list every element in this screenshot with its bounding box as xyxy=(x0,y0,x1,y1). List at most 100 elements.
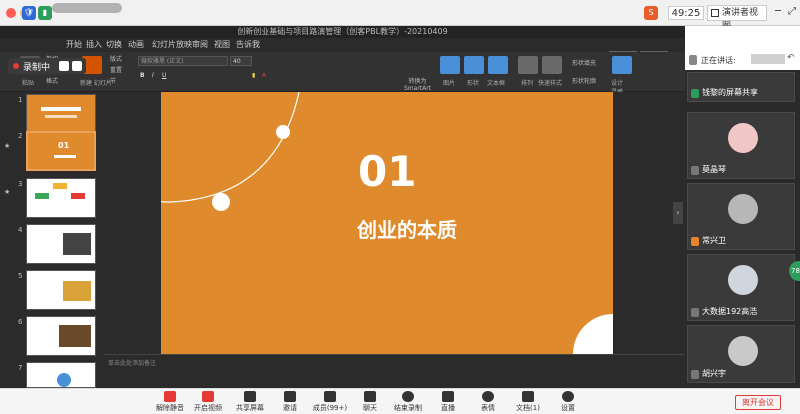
recording-dot-icon xyxy=(13,63,19,69)
invite-icon xyxy=(284,391,296,402)
participant-tile[interactable]: 常兴卫 xyxy=(687,183,795,250)
tab-view[interactable]: 视图 xyxy=(214,39,230,50)
slide-thumbnail-2[interactable]: 01 xyxy=(26,131,96,171)
notes-pane[interactable]: 单击此处添加备注 xyxy=(104,354,685,388)
tab-animations[interactable]: 动画 xyxy=(128,39,144,50)
undo-arrow-icon[interactable]: ↶ xyxy=(787,53,795,63)
meeting-title-chip xyxy=(52,3,122,13)
tab-transitions[interactable]: 切换 xyxy=(106,39,122,50)
current-slide[interactable]: 01 创业的本质 xyxy=(161,92,613,354)
slide-title: 创业的本质 xyxy=(357,218,457,242)
slide-thumbnail-5[interactable] xyxy=(26,270,96,310)
recording-bar: 录制中 xyxy=(8,58,86,74)
thumb-shape xyxy=(71,193,85,199)
slide-dot-medium xyxy=(212,193,230,211)
quick-styles-icon[interactable] xyxy=(542,56,562,74)
bold-button[interactable]: B xyxy=(140,72,145,79)
shape-fill-button[interactable]: 形状填充 xyxy=(572,58,596,67)
settings-label: 设置 xyxy=(561,404,575,412)
participant-name: 大数据192高浩 xyxy=(702,307,758,316)
settings-button[interactable]: 设置 xyxy=(544,391,592,413)
slide-thumbnail-4[interactable] xyxy=(26,224,96,264)
minimize-icon[interactable]: ─ xyxy=(775,6,781,17)
layout-button[interactable]: 版式 xyxy=(110,54,122,63)
start-video-button[interactable]: 开启视频 xyxy=(184,391,232,413)
collapse-panel-handle[interactable]: › xyxy=(673,202,683,224)
avatar xyxy=(728,336,758,366)
meeting-top-bar: 🛡 ▮ S 49:25 演讲者视图 ─ ⤢ xyxy=(0,0,800,32)
pause-recording-button[interactable] xyxy=(59,61,69,71)
stop-recording-button[interactable] xyxy=(72,61,82,71)
mic-muted-icon xyxy=(691,308,699,317)
ribbon-tabs: 开始 插入 切换 动画 幻灯片放映 审阅 视图 告诉我 共享 批注 xyxy=(0,38,685,61)
security-shield-icon[interactable]: 🛡 xyxy=(22,6,36,20)
slide-number: 5 xyxy=(18,272,23,280)
italic-button[interactable]: I xyxy=(152,72,154,79)
meeting-clock: 49:25 xyxy=(668,6,704,20)
participant-tile[interactable]: 莫晶琴 xyxy=(687,112,795,179)
shape-outline-button[interactable]: 形状轮廓 xyxy=(572,76,596,85)
tab-home[interactable]: 开始 xyxy=(66,39,82,50)
thumb-image xyxy=(63,233,91,255)
designer-icon[interactable] xyxy=(612,56,632,74)
highlight-color-icon[interactable]: ▮ xyxy=(252,72,255,79)
slide-number: 4 xyxy=(18,226,23,234)
underline-button[interactable]: U xyxy=(162,72,166,79)
thumb-title-bar xyxy=(54,155,76,158)
participant-tile[interactable]: 钱黎的屏幕共享 xyxy=(687,72,795,102)
avatar xyxy=(728,265,758,295)
speaker-view-button[interactable]: 演讲者视图 xyxy=(707,5,767,32)
slide-thumbnail-6[interactable] xyxy=(26,316,96,356)
smartart-label[interactable]: 转换为 SmartArt xyxy=(404,76,431,92)
grid-view-icon xyxy=(711,9,719,17)
quick-styles-label: 快速样式 xyxy=(538,80,563,87)
mic-muted-icon xyxy=(164,391,176,402)
leave-meeting-button[interactable]: 离开会议 xyxy=(735,395,781,410)
live-icon xyxy=(442,391,454,402)
start-video-label: 开启视频 xyxy=(194,404,222,412)
tab-tell-me[interactable]: 告诉我 xyxy=(236,39,260,50)
mic-muted-icon xyxy=(691,370,699,379)
slide-thumbnails: 1 2 ★ 01 3 ★ 4 5 6 7 xyxy=(0,92,104,388)
transition-star-icon: ★ xyxy=(4,188,11,196)
close-window-dot[interactable] xyxy=(6,8,16,18)
tab-slideshow[interactable]: 幻灯片放映 xyxy=(152,39,192,50)
thumb-slide-number: 01 xyxy=(58,141,70,150)
thumb-shape xyxy=(57,373,71,387)
app-logo-icon: S xyxy=(644,6,658,20)
settings-icon xyxy=(562,391,574,402)
participant-tile[interactable]: 大数据192高浩 xyxy=(687,254,795,321)
font-color-icon[interactable]: A xyxy=(262,72,266,79)
font-family-select[interactable]: 微软雅黑 (正文) xyxy=(138,56,228,66)
shapes-icon[interactable] xyxy=(464,56,484,74)
speaker-name-blur xyxy=(751,54,785,64)
slide-dot-small xyxy=(276,125,290,139)
participant-name: 胡兴宇 xyxy=(702,369,726,378)
picture-icon[interactable] xyxy=(440,56,460,74)
slide-arc-line xyxy=(161,92,300,203)
arrange-icon[interactable] xyxy=(518,56,538,74)
participants-panel: 正在讲话: ↶ 钱黎的屏幕共享 莫晶琴 常兴卫 大数据192高浩 胡兴宇 xyxy=(685,26,800,388)
thumb-subtitle-bar xyxy=(45,115,77,118)
slide-thumbnail-7[interactable] xyxy=(26,362,96,388)
mic-icon xyxy=(689,55,697,65)
chat-icon xyxy=(364,391,376,402)
shapes-label: 形状 xyxy=(467,80,480,87)
speaking-label: 正在讲话: xyxy=(701,56,736,65)
avatar xyxy=(728,123,758,153)
user-icon xyxy=(691,237,699,246)
slide-thumbnail-3[interactable] xyxy=(26,178,96,218)
participant-tile[interactable]: 胡兴宇 xyxy=(687,325,795,383)
tab-review[interactable]: 审阅 xyxy=(192,39,208,50)
reset-button[interactable]: 重置 xyxy=(110,65,122,74)
format-painter-button[interactable]: 格式 xyxy=(46,76,58,85)
font-size-select[interactable]: 40 xyxy=(230,56,252,66)
slide-section-number: 01 xyxy=(358,147,417,196)
section-button[interactable]: 节 xyxy=(110,76,116,85)
textbox-icon[interactable] xyxy=(488,56,508,74)
slide-number: 7 xyxy=(18,364,23,372)
slide-thumbnail-1[interactable] xyxy=(26,94,96,134)
fullscreen-icon[interactable]: ⤢ xyxy=(788,6,796,17)
slide-number: 3 xyxy=(18,180,23,188)
tab-insert[interactable]: 插入 xyxy=(86,39,102,50)
